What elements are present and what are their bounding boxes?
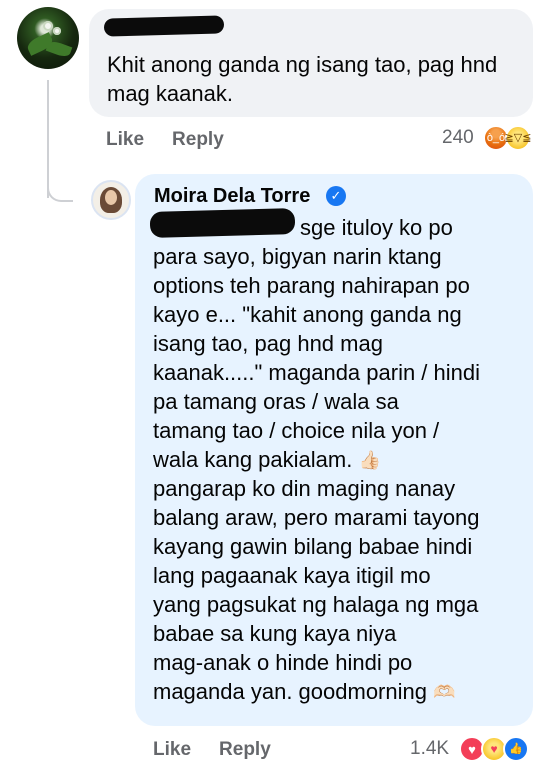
reply-line: kayang gawin bilang babae hindi xyxy=(153,534,473,559)
reply-line: mag-anak o hinde hindi po xyxy=(153,650,413,675)
reply-line-with-emoji: wala kang pakialam. 👍🏻 xyxy=(153,445,381,476)
reply-line: pangarap ko din maging nanay xyxy=(153,476,456,501)
reply-line-with-emoji: maganda yan. goodmorning 🫶🏻 xyxy=(153,677,456,708)
reply-line: babae sa kung kaya niya xyxy=(153,621,397,646)
reply-line-text: maganda yan. goodmorning xyxy=(153,679,427,704)
redacted-mention xyxy=(149,208,296,238)
comment-text: Khit anong ganda ng isang tao, pag hnd m… xyxy=(107,52,498,106)
comment-like-button[interactable]: Like xyxy=(106,129,144,150)
reply-line: para sayo, bigyan narin ktang xyxy=(153,244,442,269)
reply-actions: Like Reply xyxy=(153,739,299,761)
thumbs-up-icon: 👍🏻 xyxy=(358,450,381,470)
reply-line: pa tamang oras / wala sa xyxy=(153,389,399,414)
reply-author-name[interactable]: Moira Dela Torre xyxy=(154,185,310,208)
like-icon[interactable]: 👍 xyxy=(503,736,529,762)
reply-line-text: wala kang pakialam. xyxy=(153,447,353,472)
heart-hands-icon: 🫶🏻 xyxy=(433,682,456,702)
reply-reaction-count[interactable]: 1.4K xyxy=(410,738,449,760)
redacted-name xyxy=(103,15,225,37)
reply-line: kayo e... "kahit anong ganda ng xyxy=(153,302,462,327)
reply-like-button[interactable]: Like xyxy=(153,739,191,760)
reply-line: options teh parang nahirapan po xyxy=(153,273,470,298)
commenter-avatar[interactable] xyxy=(17,7,79,69)
thread-connector xyxy=(47,170,73,202)
reply-reply-button[interactable]: Reply xyxy=(219,739,271,760)
comment-actions: Like Reply xyxy=(106,129,252,151)
haha-icon[interactable]: ≧▽≦ xyxy=(505,125,531,151)
reply-line: isang tao, pag hnd mag xyxy=(153,331,383,356)
reply-author-avatar[interactable] xyxy=(91,180,131,220)
verified-badge-icon: ✓ xyxy=(326,186,346,206)
reply-line: balang araw, pero marami tayong xyxy=(153,505,480,530)
comment-reaction-count[interactable]: 240 xyxy=(442,127,474,149)
reply-line: lang pagaanak kaya itigil mo xyxy=(153,563,431,588)
reply-line: kaanak....." maganda parin / hindi xyxy=(153,360,481,385)
reply-line: sge ituloy ko po xyxy=(300,215,453,240)
comment-reply-button[interactable]: Reply xyxy=(172,129,224,150)
reply-line: tamang tao / choice nila yon / xyxy=(153,418,440,443)
reply-line: yang pagsukat ng halaga ng mga xyxy=(153,592,479,617)
